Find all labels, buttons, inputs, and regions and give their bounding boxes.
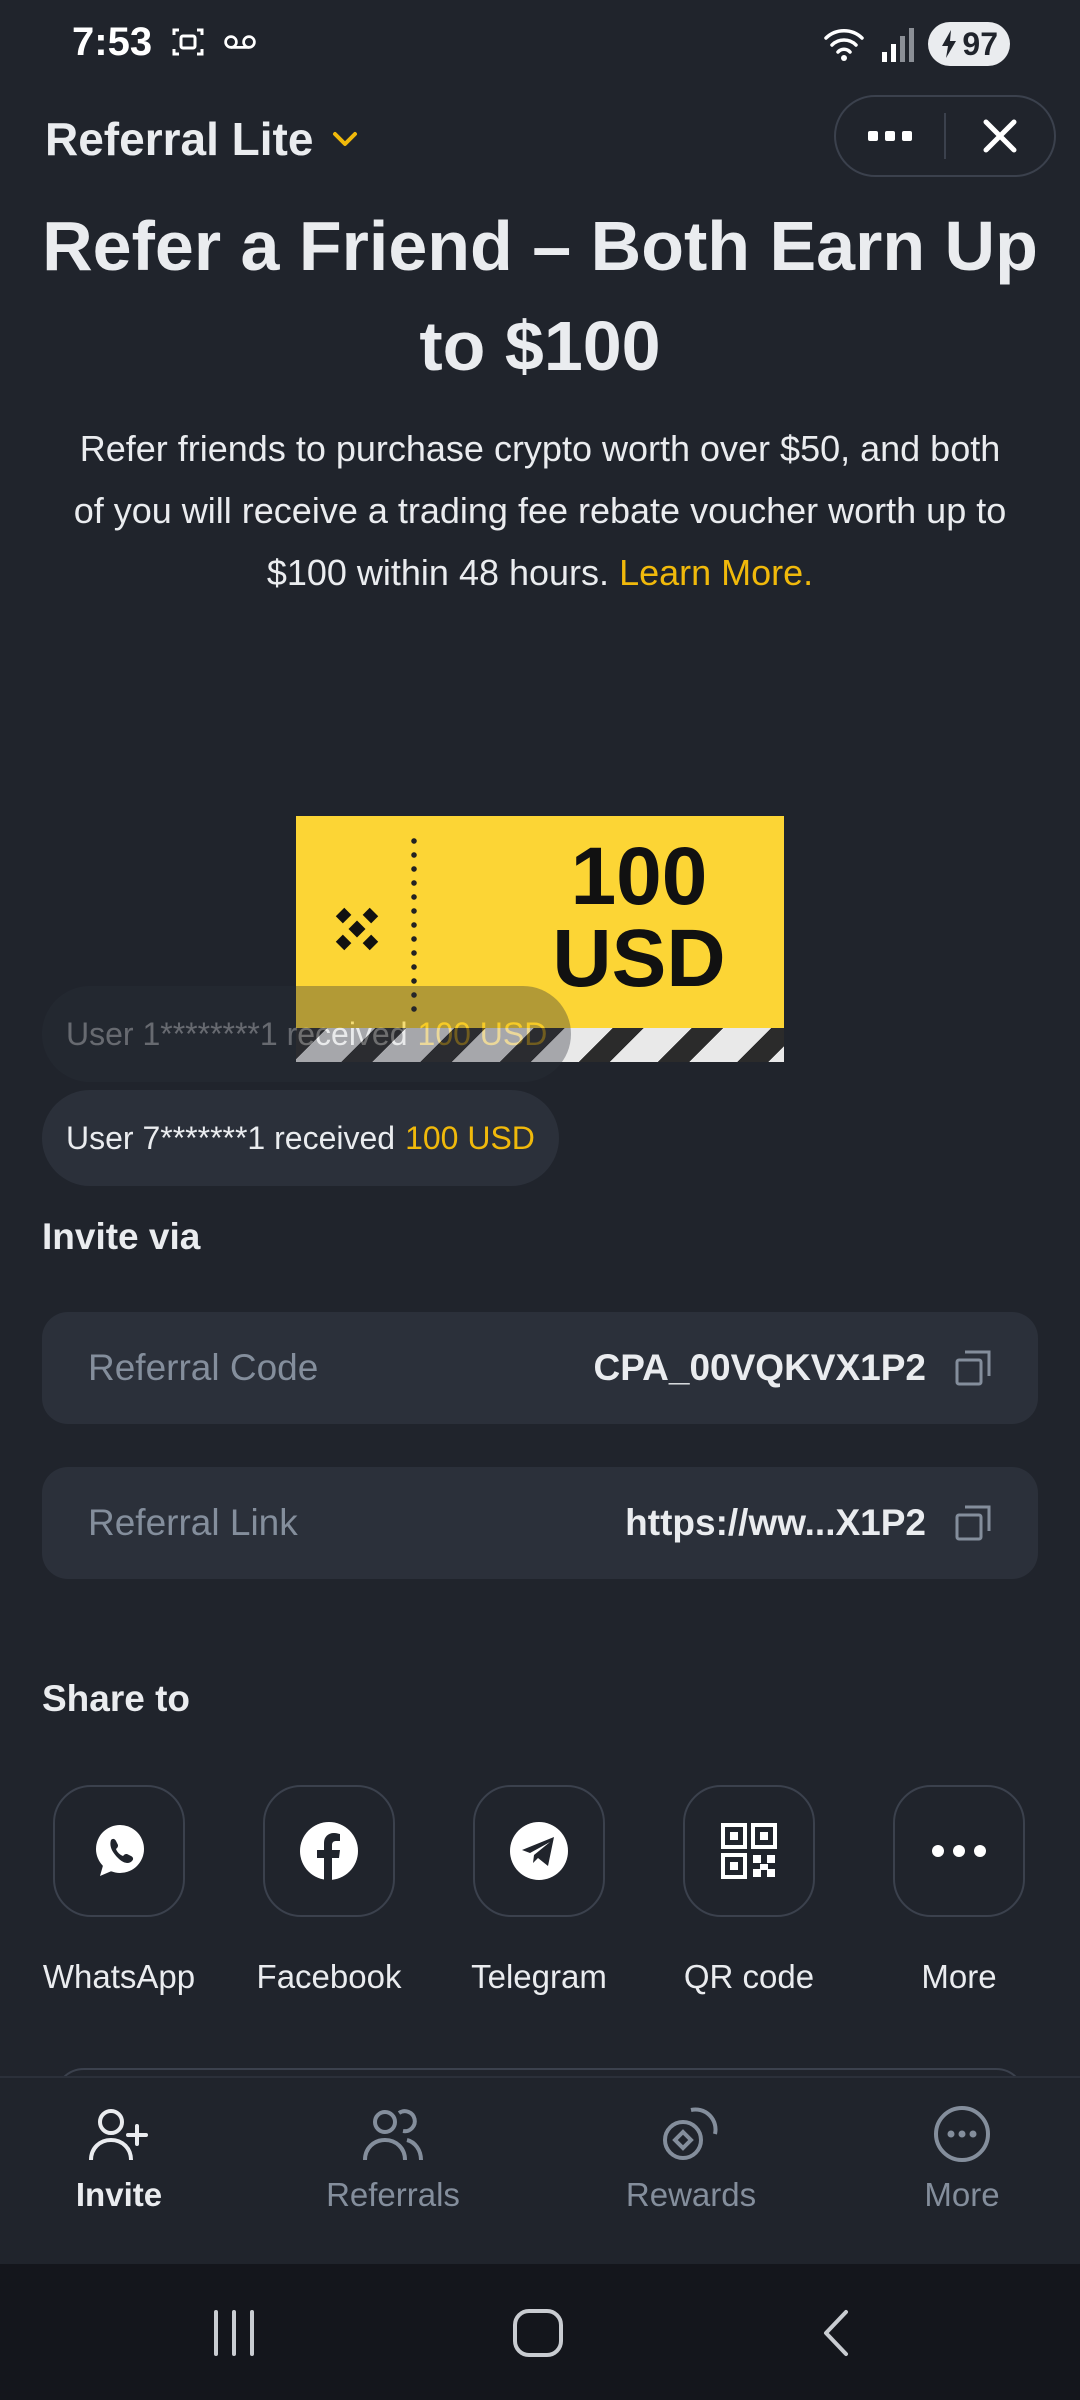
reward-toast: User 7*******1 received 100 USD <box>42 1090 559 1186</box>
toast-user: User 1********1 received <box>66 1015 408 1052</box>
share-telegram-button[interactable] <box>473 1785 605 1917</box>
charging-bolt-icon <box>942 30 957 58</box>
nav-more-label: More <box>924 2176 1000 2213</box>
rewards-coin-icon <box>663 2107 718 2160</box>
qr-code-icon <box>721 1823 777 1879</box>
voicemail-icon <box>224 35 256 49</box>
share-facebook-label: Facebook <box>256 1958 402 1995</box>
toast-user: User 7*******1 received <box>66 1119 396 1156</box>
share-telegram-label: Telegram <box>471 1958 607 1995</box>
share-whatsapp-label: WhatsApp <box>42 1958 196 1995</box>
voucher-currency: USD <box>552 913 726 1004</box>
nav-referrals-label: Referrals <box>326 2176 460 2213</box>
back-icon[interactable] <box>816 2308 856 2358</box>
page-title: Referral Lite <box>45 113 314 165</box>
status-time: 7:53 <box>72 20 153 64</box>
facebook-icon <box>300 1822 358 1880</box>
referral-link-field[interactable]: Referral Link https://ww...X1P2 <box>42 1467 1038 1579</box>
share-to-heading: Share to <box>42 1678 191 1719</box>
invite-via-heading: Invite via <box>42 1216 201 1257</box>
share-more-label: More <box>921 1958 997 1995</box>
hero-description: Refer friends to purchase crypto worth o… <box>60 418 1020 604</box>
close-icon <box>983 119 1017 153</box>
wifi-icon <box>824 29 865 61</box>
home-icon[interactable] <box>510 2306 566 2360</box>
reward-toast: User 1********1 received 100 USD <box>42 986 572 1082</box>
ellipsis-icon <box>868 131 912 141</box>
battery-level: 97 <box>962 25 998 62</box>
nav-more[interactable]: More <box>862 2102 1062 2214</box>
bottom-navigation: Invite Referrals Rewards More <box>0 2076 1080 2266</box>
referral-code-value: CPA_00VQKVX1P2 <box>593 1347 926 1388</box>
share-facebook-button[interactable] <box>263 1785 395 1917</box>
toast-amount: 100 USD <box>417 1015 548 1052</box>
signal-icon <box>882 28 915 62</box>
voucher-amount: 100 USD <box>504 836 774 1000</box>
more-options-button[interactable] <box>836 97 944 175</box>
product-switcher[interactable]: Referral Lite <box>45 112 363 166</box>
referral-link-value: https://ww...X1P2 <box>625 1502 926 1543</box>
share-qr-code-button[interactable] <box>683 1785 815 1917</box>
hero-title: Refer a Friend – Both Earn Up to $100 <box>42 207 1038 385</box>
system-navigation-bar <box>0 2264 1080 2400</box>
nav-referrals[interactable]: Referrals <box>293 2102 493 2214</box>
share-qr-code-label: QR code <box>683 1958 815 1995</box>
hero-description-text: Refer friends to purchase crypto worth o… <box>73 428 1007 593</box>
status-left-icons <box>170 24 258 60</box>
status-bar: 7:53 97 <box>0 0 1080 90</box>
share-whatsapp-button[interactable] <box>53 1785 185 1917</box>
add-user-icon <box>89 2109 148 2161</box>
battery-indicator: 97 <box>928 22 1010 66</box>
screenshot-icon <box>172 28 204 56</box>
voucher-value: 100 <box>570 831 708 922</box>
miniapp-capsule <box>834 95 1056 177</box>
nav-invite-label: Invite <box>75 2176 163 2213</box>
chevron-down-icon <box>333 132 358 146</box>
nav-invite[interactable]: Invite <box>19 2102 219 2214</box>
toast-amount: 100 USD <box>405 1119 535 1156</box>
close-button[interactable] <box>946 97 1054 175</box>
nav-rewards-label: Rewards <box>625 2176 757 2213</box>
nav-rewards[interactable]: Rewards <box>591 2102 791 2214</box>
users-icon <box>363 2109 423 2161</box>
status-right-icons: 97 <box>822 22 1010 66</box>
telegram-icon <box>510 1822 568 1880</box>
share-more-button[interactable] <box>893 1785 1025 1917</box>
more-circle-icon <box>934 2106 990 2162</box>
more-dots-icon <box>932 1845 986 1857</box>
binance-logo-icon <box>335 907 379 951</box>
whatsapp-icon <box>96 1825 144 1876</box>
copy-icon[interactable] <box>954 1504 992 1542</box>
referral-code-field[interactable]: Referral Code CPA_00VQKVX1P2 <box>42 1312 1038 1424</box>
copy-icon[interactable] <box>954 1349 992 1387</box>
recent-apps-icon[interactable] <box>204 2308 264 2358</box>
referral-link-label: Referral Link <box>88 1502 298 1543</box>
learn-more-link[interactable]: Learn More. <box>619 552 813 593</box>
referral-code-label: Referral Code <box>88 1347 319 1388</box>
